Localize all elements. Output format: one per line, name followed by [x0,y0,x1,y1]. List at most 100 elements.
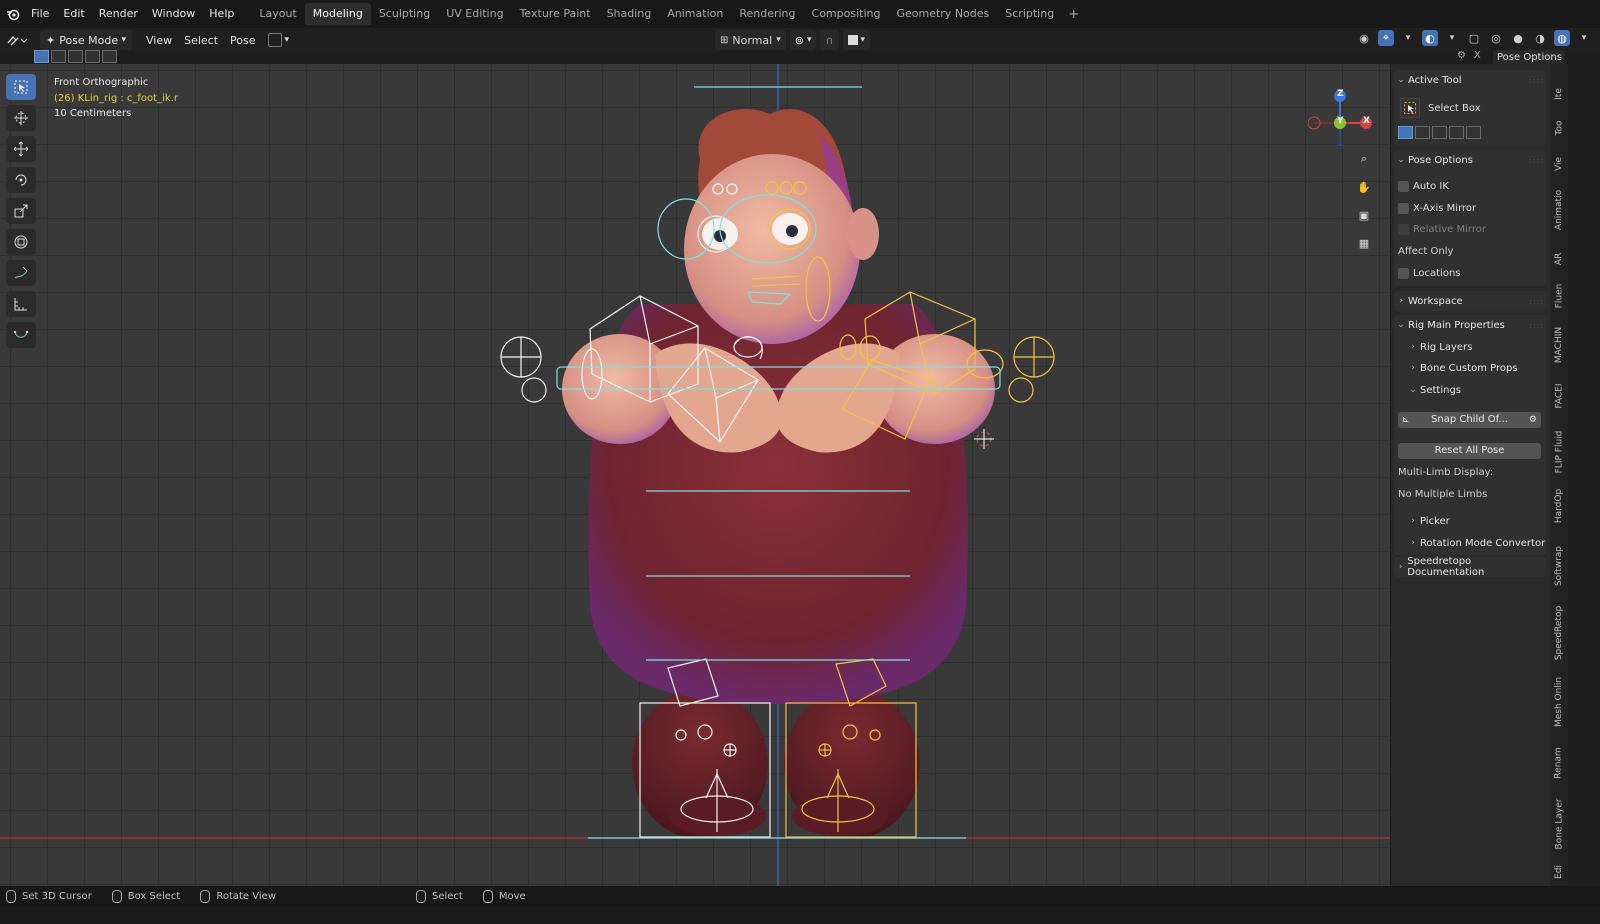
menu-pose[interactable]: Pose [224,30,261,50]
sidebar-tab-hardops[interactable]: HardOp [1550,484,1568,528]
menu-select[interactable]: Select [178,30,224,50]
menu-view[interactable]: View [140,30,178,50]
tab-texture-paint[interactable]: Texture Paint [512,3,599,25]
menu-render[interactable]: Render [92,3,145,25]
select-new-icon[interactable] [34,50,49,63]
sidebar-tab-edit[interactable]: Edi [1550,860,1568,884]
select-extend-icon[interactable] [1415,126,1430,139]
speedretopo-header[interactable]: › Speedretopo Documentation [1394,556,1544,578]
zoom-icon[interactable]: ⌕ [1352,148,1376,170]
relative-mirror-checkbox[interactable]: Relative Mirror [1398,221,1486,237]
x-axis-mirror-checkbox[interactable]: X-Axis Mirror [1398,200,1476,216]
select-tool[interactable] [6,74,36,100]
tab-rendering[interactable]: Rendering [731,3,803,25]
select-invert-icon[interactable] [1449,126,1464,139]
reset-all-pose-button[interactable]: Reset All Pose [1398,443,1541,459]
grid-icon[interactable]: ▦ [1352,232,1376,254]
drag-handle-icon[interactable]: :::: [1529,156,1544,165]
sidebar-tab-view[interactable]: Vie [1550,144,1568,184]
measure-tool[interactable] [6,291,36,317]
picker-header[interactable]: › Picker [1406,512,1450,530]
rendered-shading-icon[interactable]: ◍ [1554,30,1570,46]
move-tool[interactable] [6,136,36,162]
pivot-select[interactable]: ⊚ ▾ [789,30,817,50]
camera-icon[interactable]: ▣ [1352,204,1376,226]
tab-uv-editing[interactable]: UV Editing [438,3,511,25]
chevron-down-icon[interactable]: ▾ [1576,30,1592,46]
3d-viewport[interactable]: Front Orthographic (26) KLin_rig : c_foo… [0,64,1390,886]
chevron-down-icon[interactable]: ▾ [1444,30,1460,46]
auto-ik-checkbox[interactable]: Auto IK [1398,178,1449,194]
solid-shading-icon[interactable]: ● [1510,30,1526,46]
snap-target-select[interactable]: ▾ [842,30,871,50]
scale-tool[interactable] [6,198,36,224]
sidebar-tab-softwrap[interactable]: Softwrap [1550,538,1568,594]
cursor-tool[interactable] [6,105,36,131]
tab-geometry-nodes[interactable]: Geometry Nodes [888,3,997,25]
tab-modeling[interactable]: Modeling [304,3,371,25]
pose-options-header[interactable]: ⌄ Pose Options :::: [1394,150,1544,170]
sidebar-tab-ar[interactable]: AR [1550,244,1568,274]
overlays-toggle-icon[interactable]: ◐ [1422,30,1438,46]
pin-icon[interactable]: ⚙ [1457,50,1466,61]
snap-toggle[interactable]: ∩ [820,30,839,50]
tab-shading[interactable]: Shading [599,3,660,25]
select-subtract-icon[interactable] [1432,126,1447,139]
tab-layout[interactable]: Layout [251,3,304,25]
wireframe-shading-icon[interactable]: ◎ [1488,30,1504,46]
drag-handle-icon[interactable]: :::: [1529,321,1544,330]
menu-help[interactable]: Help [202,3,241,25]
tab-compositing[interactable]: Compositing [804,3,889,25]
settings-header[interactable]: ⌄ Settings [1406,381,1461,399]
editor-type-button[interactable] [0,30,34,50]
add-workspace-button[interactable]: + [1062,7,1085,22]
transform-tool[interactable] [6,229,36,255]
sidebar-tab-tool[interactable]: Too [1550,108,1568,148]
rotation-mode-convertor-header[interactable]: › Rotation Mode Convertor [1406,534,1545,552]
settings-gear-icon[interactable]: ⚙ [1529,412,1537,428]
visibility-icon[interactable]: ◉ [1356,30,1372,46]
menu-file[interactable]: File [24,3,56,25]
active-tool-card[interactable]: Select Box [1400,97,1544,119]
tab-scripting[interactable]: Scripting [997,3,1062,25]
sidebar-tab-animation[interactable]: Animatio [1550,182,1568,238]
annotate-tool[interactable] [6,260,36,286]
blender-logo-icon[interactable] [2,3,24,25]
pan-hand-icon[interactable]: ✋ [1352,176,1376,198]
sidebar-tab-faceit[interactable]: FACEI [1550,374,1568,418]
select-intersect-icon[interactable] [102,50,117,63]
chevron-down-icon[interactable]: ▾ [1400,30,1416,46]
sidebar-tab-flip-fluid[interactable]: FLIP Fluid [1550,424,1568,480]
select-subtract-icon[interactable] [68,50,83,63]
xray-toggle-icon[interactable]: ▢ [1466,30,1482,46]
sidebar-tab-bone-layer[interactable]: Bone Layer [1550,794,1568,854]
sidebar-tab-mesh-online[interactable]: Mesh Onlin [1550,672,1568,732]
select-new-icon[interactable] [1398,126,1413,139]
sidebar-tab-fluent[interactable]: Fluen [1550,276,1568,316]
bone-roll-tool[interactable] [6,322,36,348]
sidebar-tab-machin[interactable]: MACHIN [1550,320,1568,370]
menu-window[interactable]: Window [145,3,202,25]
select-extend-icon[interactable] [51,50,66,63]
bone-custom-props-header[interactable]: › Bone Custom Props [1406,359,1517,377]
sidebar-tab-rename[interactable]: Renam [1550,738,1568,788]
menu-edit[interactable]: Edit [56,3,91,25]
rig-main-header[interactable]: ⌄ Rig Main Properties :::: [1394,315,1544,335]
gizmo-toggle-icon[interactable]: ⌖ [1378,30,1394,46]
select-invert-icon[interactable] [85,50,100,63]
tab-animation[interactable]: Animation [659,3,731,25]
workspace-header[interactable]: › Workspace :::: [1394,291,1544,311]
rotate-tool[interactable] [6,167,36,193]
active-tool-header[interactable]: ⌄ Active Tool :::: [1394,70,1544,90]
tab-sculpting[interactable]: Sculpting [371,3,438,25]
mode-select[interactable]: ✦ Pose Mode ▾ [40,30,132,50]
close-icon[interactable]: X [1474,50,1481,61]
locations-checkbox[interactable]: Locations [1398,265,1461,281]
snap-child-of-button[interactable]: ⊾ Snap Child Of... ⚙ [1398,412,1541,428]
material-shading-icon[interactable]: ◑ [1532,30,1548,46]
sidebar-tab-speedretopo[interactable]: SpeedRetop [1550,600,1568,666]
drag-handle-icon[interactable]: :::: [1529,76,1544,85]
select-intersect-icon[interactable] [1466,126,1481,139]
navigation-gizmo[interactable]: Z X Y [1307,76,1378,156]
pose-extra-dropdown[interactable]: ▾ [262,30,296,50]
